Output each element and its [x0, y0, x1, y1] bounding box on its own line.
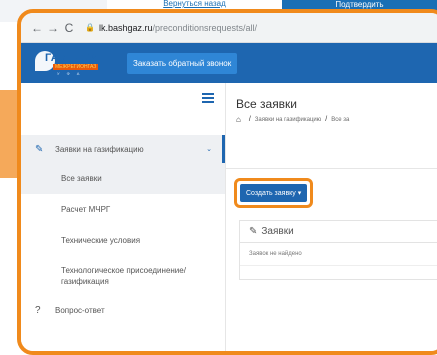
url-path: /preconditionsrequests/all/: [152, 22, 258, 33]
sidebar-item-label: Технические условия: [61, 236, 141, 245]
arrow-left-icon[interactable]: ←: [29, 21, 45, 35]
panel-header: ✎ Заявки: [240, 221, 437, 243]
sidebar-menu: ✎ Заявки на газификацию ⌄ Все заявки Рас…: [21, 135, 225, 324]
sidebar-item-connection[interactable]: Технологическое присоединение/газификаци…: [21, 256, 225, 296]
site-header: ГАЗПРОМ МЕЖРЕГИОНГАЗ У Ф А Заказать обра…: [21, 43, 437, 83]
sidebar-item-label: Расчет МЧРГ: [61, 205, 111, 214]
home-icon[interactable]: ⌂: [236, 115, 241, 124]
question-circle-icon: ?: [35, 304, 41, 316]
sidebar-item-label: Технологическое присоединение/газификаци…: [61, 266, 186, 286]
sidebar-group-gasification[interactable]: ✎ Заявки на газификацию ⌄: [21, 135, 225, 163]
logo-city: У Ф А: [57, 71, 83, 76]
lock-icon: 🔒: [85, 23, 95, 32]
logo-title: ГАЗПРОМ: [45, 52, 100, 64]
chevron-down-icon: ⌄: [206, 146, 212, 153]
page-header: Все заявки ⌂ / Заявки на газификацию / В…: [226, 83, 437, 169]
requests-panel: ✎ Заявки Заявок не найдено: [239, 220, 437, 280]
sidebar-item-faq[interactable]: ? Вопрос-ответ: [21, 296, 225, 324]
edit-icon: ✎: [249, 226, 258, 237]
sidebar-item-label: Вопрос-ответ: [55, 305, 105, 315]
create-request-button[interactable]: Создать заявку ▾: [240, 184, 308, 202]
address-bar[interactable]: 🔒 lk.bashgaz.ru /preconditionsrequests/a…: [85, 23, 257, 33]
empty-state-text: Заявок не найдено: [240, 243, 437, 266]
breadcrumb-separator: /: [325, 116, 328, 123]
panel-title: Заявки: [261, 226, 294, 237]
reload-icon[interactable]: C: [61, 21, 77, 35]
sidebar: ✎ Заявки на газификацию ⌄ Все заявки Рас…: [21, 83, 226, 351]
sidebar-group-label: Заявки на газификацию: [55, 144, 144, 154]
page-title: Все заявки: [236, 97, 298, 111]
callback-button[interactable]: Заказать обратный звонок: [127, 52, 238, 74]
breadcrumb-separator: /: [248, 116, 251, 123]
edit-icon: ✎: [35, 143, 44, 155]
arrow-right-icon[interactable]: →: [45, 21, 61, 35]
main-content: Все заявки ⌂ / Заявки на газификацию / В…: [226, 83, 437, 351]
create-button-highlight: Создать заявку ▾: [234, 178, 314, 208]
browser-toolbar: ← → C 🔒 lk.bashgaz.ru /preconditionsrequ…: [21, 13, 437, 43]
hamburger-menu-icon[interactable]: [202, 93, 214, 103]
browser-window: ← → C 🔒 lk.bashgaz.ru /preconditionsrequ…: [17, 9, 437, 355]
sidebar-item-label: Все заявки: [61, 174, 102, 183]
sidebar-item-all-requests[interactable]: Все заявки: [21, 163, 225, 194]
breadcrumb-item[interactable]: Заявки на газификацию: [255, 117, 321, 123]
url-domain: lk.bashgaz.ru: [98, 22, 153, 33]
sidebar-item-mchrg[interactable]: Расчет МЧРГ: [21, 194, 225, 225]
gazprom-logo[interactable]: ГАЗПРОМ МЕЖРЕГИОНГАЗ У Ф А: [35, 49, 103, 77]
breadcrumb: ⌂ / Заявки на газификацию / Все за: [236, 115, 437, 124]
logo-subtitle: МЕЖРЕГИОНГАЗ: [53, 64, 99, 70]
breadcrumb-item: Все за: [331, 116, 350, 123]
sidebar-item-tech-conditions[interactable]: Технические условия: [21, 225, 225, 256]
